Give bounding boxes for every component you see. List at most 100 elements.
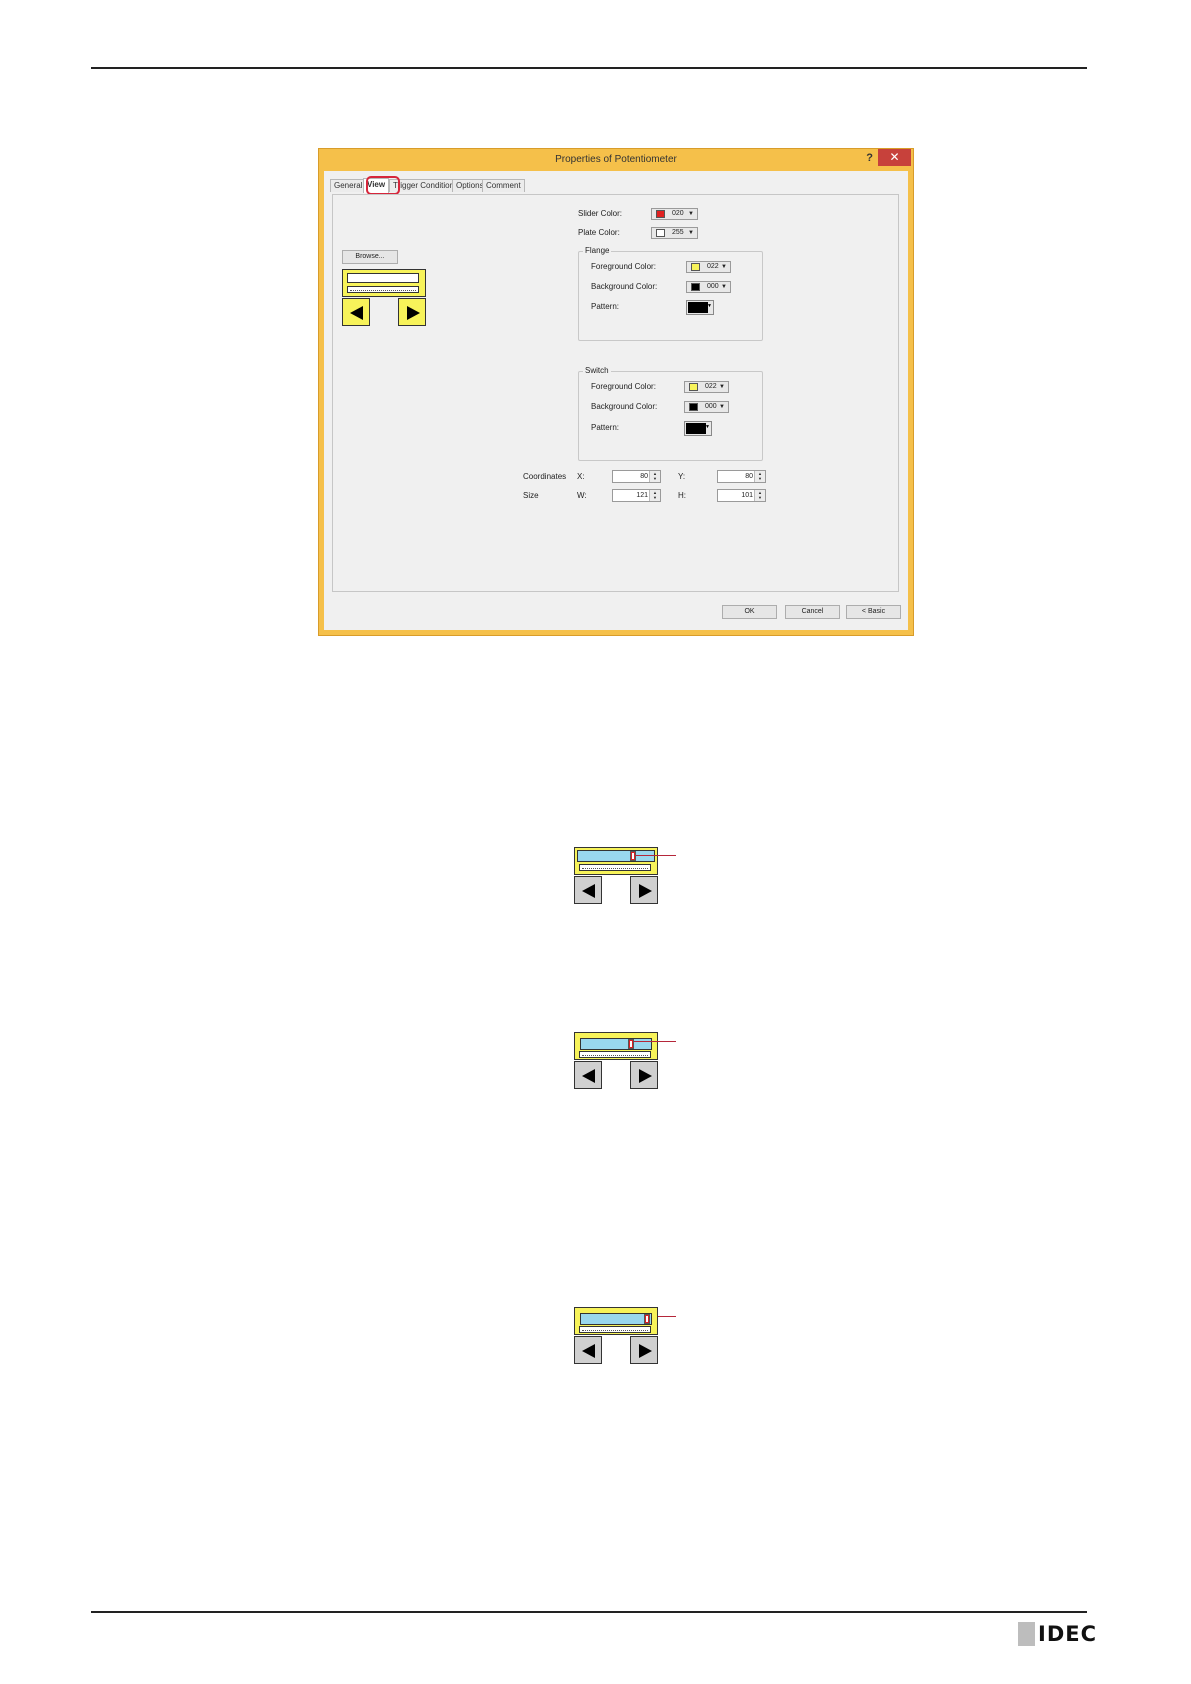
chevron-down-icon: ▼ <box>688 211 694 217</box>
cancel-button[interactable]: Cancel <box>785 605 840 619</box>
header-rule <box>91 67 1087 69</box>
chevron-down-icon: ▼ <box>721 264 727 270</box>
plate-color-select[interactable]: 255 ▼ <box>651 227 698 239</box>
size-h-value: 101 <box>741 492 753 499</box>
left-arrow-icon <box>574 1061 602 1089</box>
chevron-down-icon: ▼ <box>719 384 725 390</box>
pattern-swatch <box>688 302 708 313</box>
size-w-input[interactable]: 121 ▲ ▼ <box>612 489 661 502</box>
switch-foreground-select[interactable]: 022 ▼ <box>684 381 729 393</box>
left-arrow-icon <box>574 1336 602 1364</box>
title-bar: Properties of Potentiometer ? ✕ <box>319 149 913 171</box>
slider-color-label: Slider Color: <box>578 209 623 218</box>
size-h-input[interactable]: 101 ▲ ▼ <box>717 489 766 502</box>
coordinate-y-value: 80 <box>745 473 753 480</box>
right-arrow-icon <box>630 1061 658 1089</box>
callout-line <box>658 1316 676 1317</box>
slider-track <box>580 1038 652 1050</box>
size-w-label: W: <box>577 491 587 500</box>
potentiometer-example-3 <box>574 1307 658 1365</box>
switch-foreground-swatch <box>689 383 698 391</box>
chevron-down-icon: ▼ <box>721 284 727 290</box>
view-panel: Browse... Slider Color: 020 ▼ Plate Colo… <box>332 194 899 592</box>
basic-button[interactable]: < Basic <box>846 605 901 619</box>
spin-buttons-icon[interactable]: ▲ ▼ <box>649 471 660 482</box>
slider-color-swatch <box>656 210 665 218</box>
size-w-value: 121 <box>636 492 648 499</box>
flange-foreground-select[interactable]: 022 ▼ <box>686 261 731 273</box>
flange-background-label: Background Color: <box>591 282 658 291</box>
spin-buttons-icon[interactable]: ▲ ▼ <box>754 490 765 501</box>
idec-logo-mark-icon <box>1018 1622 1035 1646</box>
switch-pattern-select[interactable]: ▼ <box>684 421 712 436</box>
view-tab-highlight <box>366 176 400 195</box>
size-label: Size <box>523 491 539 500</box>
chevron-down-icon: ▼ <box>688 230 694 236</box>
close-button[interactable]: ✕ <box>878 149 911 166</box>
chevron-down-icon: ▼ <box>705 424 710 430</box>
flange-group: Flange Foreground Color: 022 ▼ Backgroun… <box>578 246 763 341</box>
dialog-client: General View Trigger Condition Options C… <box>324 171 908 630</box>
slider-knob <box>644 1314 650 1324</box>
flange-background-select[interactable]: 000 ▼ <box>686 281 731 293</box>
right-arrow-icon <box>630 876 658 904</box>
browse-button[interactable]: Browse... <box>342 250 398 264</box>
spin-buttons-icon[interactable]: ▲ ▼ <box>754 471 765 482</box>
flange-background-swatch <box>691 283 700 291</box>
coordinate-x-value: 80 <box>640 473 648 480</box>
flange-foreground-swatch <box>691 263 700 271</box>
switch-group: Switch Foreground Color: 022 ▼ Backgroun… <box>578 366 763 461</box>
switch-foreground-value: 022 <box>705 383 717 390</box>
flange-group-title: Flange <box>583 246 612 255</box>
callout-line <box>634 855 676 856</box>
chevron-down-icon: ▼ <box>719 404 725 410</box>
ok-button[interactable]: OK <box>722 605 777 619</box>
chevron-down-icon: ▼ <box>707 303 712 309</box>
flange-foreground-value: 022 <box>707 263 719 270</box>
plate-color-label: Plate Color: <box>578 228 620 237</box>
tab-general[interactable]: General <box>330 179 367 192</box>
spin-buttons-icon[interactable]: ▲ ▼ <box>649 490 660 501</box>
preview-right-arrow-icon <box>398 298 426 326</box>
slider-color-value: 020 <box>672 210 684 217</box>
size-h-label: H: <box>678 491 686 500</box>
right-arrow-icon <box>630 1336 658 1364</box>
pattern-swatch <box>686 423 706 434</box>
flange-foreground-label: Foreground Color: <box>591 262 656 271</box>
help-button[interactable]: ? <box>866 152 873 164</box>
switch-background-value: 000 <box>705 403 717 410</box>
flange-pattern-select[interactable]: ▼ <box>686 300 714 315</box>
slider-track <box>580 1313 652 1325</box>
switch-background-select[interactable]: 000 ▼ <box>684 401 729 413</box>
left-arrow-icon <box>574 876 602 904</box>
flange-background-value: 000 <box>707 283 719 290</box>
coordinate-x-label: X: <box>577 472 585 481</box>
coordinate-x-input[interactable]: 80 ▲ ▼ <box>612 470 661 483</box>
preview-potentiometer <box>342 269 426 327</box>
coordinates-label: Coordinates <box>523 472 567 481</box>
preview-scale <box>347 286 419 293</box>
preview-left-arrow-icon <box>342 298 370 326</box>
switch-group-title: Switch <box>583 366 611 375</box>
plate-color-swatch <box>656 229 665 237</box>
idec-logo-text: IDEC <box>1038 1622 1098 1646</box>
flange-pattern-label: Pattern: <box>591 302 620 311</box>
switch-background-swatch <box>689 403 698 411</box>
properties-dialog: Properties of Potentiometer ? ✕ General … <box>318 148 914 636</box>
switch-pattern-label: Pattern: <box>591 423 620 432</box>
footer-rule <box>91 1611 1087 1613</box>
tab-comment[interactable]: Comment <box>482 179 525 192</box>
slider-color-select[interactable]: 020 ▼ <box>651 208 698 220</box>
coordinate-y-label: Y: <box>678 472 686 481</box>
slider-knob <box>630 851 636 861</box>
scale <box>579 1051 651 1058</box>
plate-color-value: 255 <box>672 229 684 236</box>
switch-foreground-label: Foreground Color: <box>591 382 656 391</box>
dialog-title: Properties of Potentiometer <box>555 154 677 165</box>
preview-slider-track <box>347 273 419 283</box>
scale <box>579 1326 651 1333</box>
coordinate-y-input[interactable]: 80 ▲ ▼ <box>717 470 766 483</box>
slider-track <box>577 850 655 862</box>
scale <box>579 864 651 871</box>
callout-line <box>634 1041 676 1042</box>
